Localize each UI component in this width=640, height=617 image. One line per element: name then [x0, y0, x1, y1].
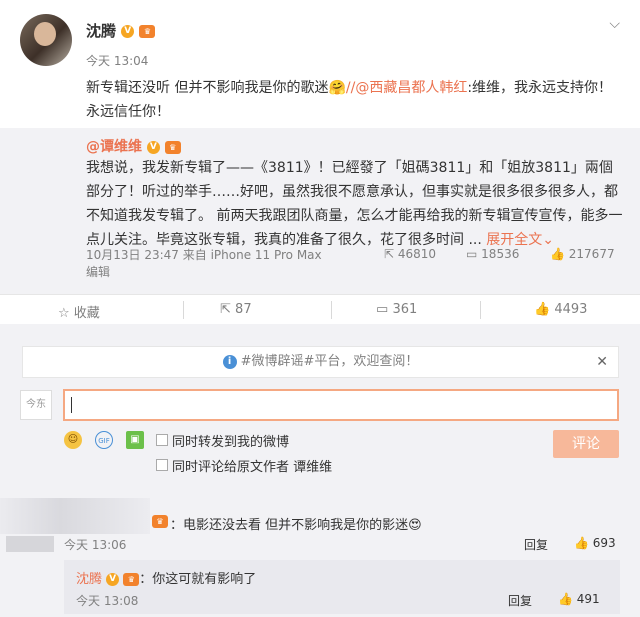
divider — [331, 301, 332, 319]
post-text: 新专辑还没听 但并不影响我是你的歌迷🤗//@西藏昌都人韩红:维维，我永远支持你！… — [86, 76, 626, 124]
close-icon[interactable]: ✕ — [596, 347, 608, 377]
reply-button[interactable]: 回复 — [524, 536, 548, 553]
vip-crown-icon[interactable]: ♛ — [152, 515, 168, 528]
quoted-like-count: 217677 — [568, 247, 615, 261]
repost-option-label[interactable]: 同时转发到我的微博 — [172, 431, 289, 450]
comment-time[interactable]: 今天 13:06 — [64, 536, 126, 553]
quoted-author[interactable]: @谭维维 V ♛ — [86, 136, 181, 156]
thumbs-up-icon: 👍 — [558, 592, 573, 606]
post-text-before: 新专辑还没听 但并不影响我是你的歌迷 — [86, 80, 329, 96]
collect-label: 收藏 — [73, 306, 100, 321]
blurred-avatar-name — [6, 536, 54, 552]
thumbs-up-icon: 👍 — [550, 247, 565, 261]
quoted-repost-count: 46810 — [397, 247, 437, 261]
comment-count: 361 — [392, 302, 418, 317]
quoted-edited[interactable]: 编辑 — [86, 265, 110, 279]
rumor-notice[interactable]: i #微博辟谣#平台，欢迎查阅！ ✕ — [22, 346, 619, 378]
thumbs-up-icon: 👍 — [574, 536, 589, 550]
quoted-text: 我想说，我发新专辑了——《3811》！已經發了「姐碼3811」和「姐放3811」… — [86, 156, 626, 252]
my-avatar: 今东 — [20, 390, 52, 420]
info-icon: i — [222, 354, 237, 369]
text-caret — [71, 397, 72, 413]
chevron-down-icon[interactable]: ⌄ — [542, 232, 554, 248]
vip-crown-icon[interactable]: ♛ — [164, 140, 181, 154]
vip-crown-icon[interactable]: ♛ — [139, 25, 156, 38]
image-icon[interactable]: ▣ — [126, 431, 144, 449]
sub-reply-author[interactable]: 沈腾 — [76, 572, 102, 587]
comment-like[interactable]: 👍 693 — [574, 536, 616, 550]
sub-reply-text: ：你这可就有影响了 — [139, 572, 257, 587]
like-button[interactable]: 👍 4493 — [534, 302, 587, 317]
vip-crown-icon[interactable]: ♛ — [123, 573, 140, 586]
quoted-meta: 10月13日 23:47 来自 iPhone 11 Pro Max 编辑 — [86, 247, 626, 281]
divider — [183, 301, 184, 319]
comment-option-prefix: 同时评论给原文作者 — [172, 460, 294, 475]
comment-icon: ▭ — [376, 302, 389, 317]
comment-author-checkbox[interactable] — [156, 459, 168, 471]
divider — [480, 301, 481, 319]
post-emoji: 🤗 — [328, 80, 346, 96]
verified-icon: V — [106, 573, 120, 586]
comment-option-author: 谭维维 — [293, 460, 333, 475]
action-bar: ☆ 收藏 ⇱ 87 ▭ 361 👍 4493 — [0, 294, 640, 324]
quoted-meta-text[interactable]: 10月13日 23:47 来自 iPhone 11 Pro Max — [86, 248, 322, 262]
repost-checkbox[interactable] — [156, 434, 168, 446]
repost-icon: ⇱ — [384, 247, 395, 261]
verified-icon: V — [121, 25, 135, 38]
blurred-avatar-name — [0, 498, 150, 534]
quoted-repost[interactable]: ⇱ 46810 — [384, 247, 436, 261]
emoji-icon[interactable]: ☺ — [64, 431, 82, 449]
like-count: 4493 — [554, 302, 588, 317]
mention-link[interactable]: @西藏昌都人韩红 — [355, 80, 467, 96]
comment-emoji: 😍 — [408, 518, 422, 533]
comment-author-option[interactable]: 同时评论给原文作者 谭维维 — [172, 456, 332, 475]
submit-comment-button[interactable]: 评论 — [553, 430, 619, 458]
sub-reply-like-count: 491 — [576, 592, 600, 606]
comment-icon: ▭ — [466, 247, 478, 261]
author-avatar[interactable] — [20, 14, 72, 66]
gif-icon[interactable]: GIF — [95, 431, 113, 449]
sub-reply-like[interactable]: 👍 491 — [558, 592, 600, 606]
comment-button[interactable]: ▭ 361 — [376, 302, 417, 317]
verified-icon: V — [146, 140, 160, 154]
repost-separator: // — [345, 80, 356, 96]
repost-icon: ⇱ — [220, 302, 231, 317]
comment-like-count: 693 — [592, 536, 616, 550]
star-icon: ☆ — [58, 306, 70, 321]
quoted-author-name[interactable]: @谭维维 — [86, 139, 142, 155]
comment-text: ：电影还没去看 但并不影响我是你的影迷😍 — [170, 514, 422, 533]
sub-reply-line: 沈腾 V ♛ ：你这可就有影响了 — [76, 568, 256, 587]
collect-button[interactable]: ☆ 收藏 — [58, 302, 100, 321]
post-time[interactable]: 今天 13:04 — [86, 52, 148, 69]
quoted-like[interactable]: 👍 217677 — [550, 247, 615, 261]
thumbs-up-icon: 👍 — [534, 302, 551, 317]
expand-full-link[interactable]: 展开全文 — [486, 232, 542, 248]
comment-input[interactable] — [63, 389, 619, 421]
quoted-comment-count: 18536 — [481, 247, 520, 261]
reply-button[interactable]: 回复 — [508, 592, 532, 609]
sub-reply-time[interactable]: 今天 13:08 — [76, 592, 138, 609]
notice-text[interactable]: #微博辟谣#平台，欢迎查阅！ — [241, 354, 419, 369]
comment-body: ：电影还没去看 但并不影响我是你的影迷 — [170, 518, 409, 533]
post-author-name[interactable]: 沈腾 — [86, 22, 116, 40]
post-author[interactable]: 沈腾 V ♛ — [86, 20, 156, 41]
chevron-down-icon[interactable]: ⌵ — [609, 16, 620, 32]
repost-count: 87 — [235, 302, 252, 317]
repost-button[interactable]: ⇱ 87 — [220, 302, 252, 317]
quoted-comment[interactable]: ▭ 18536 — [466, 247, 519, 261]
